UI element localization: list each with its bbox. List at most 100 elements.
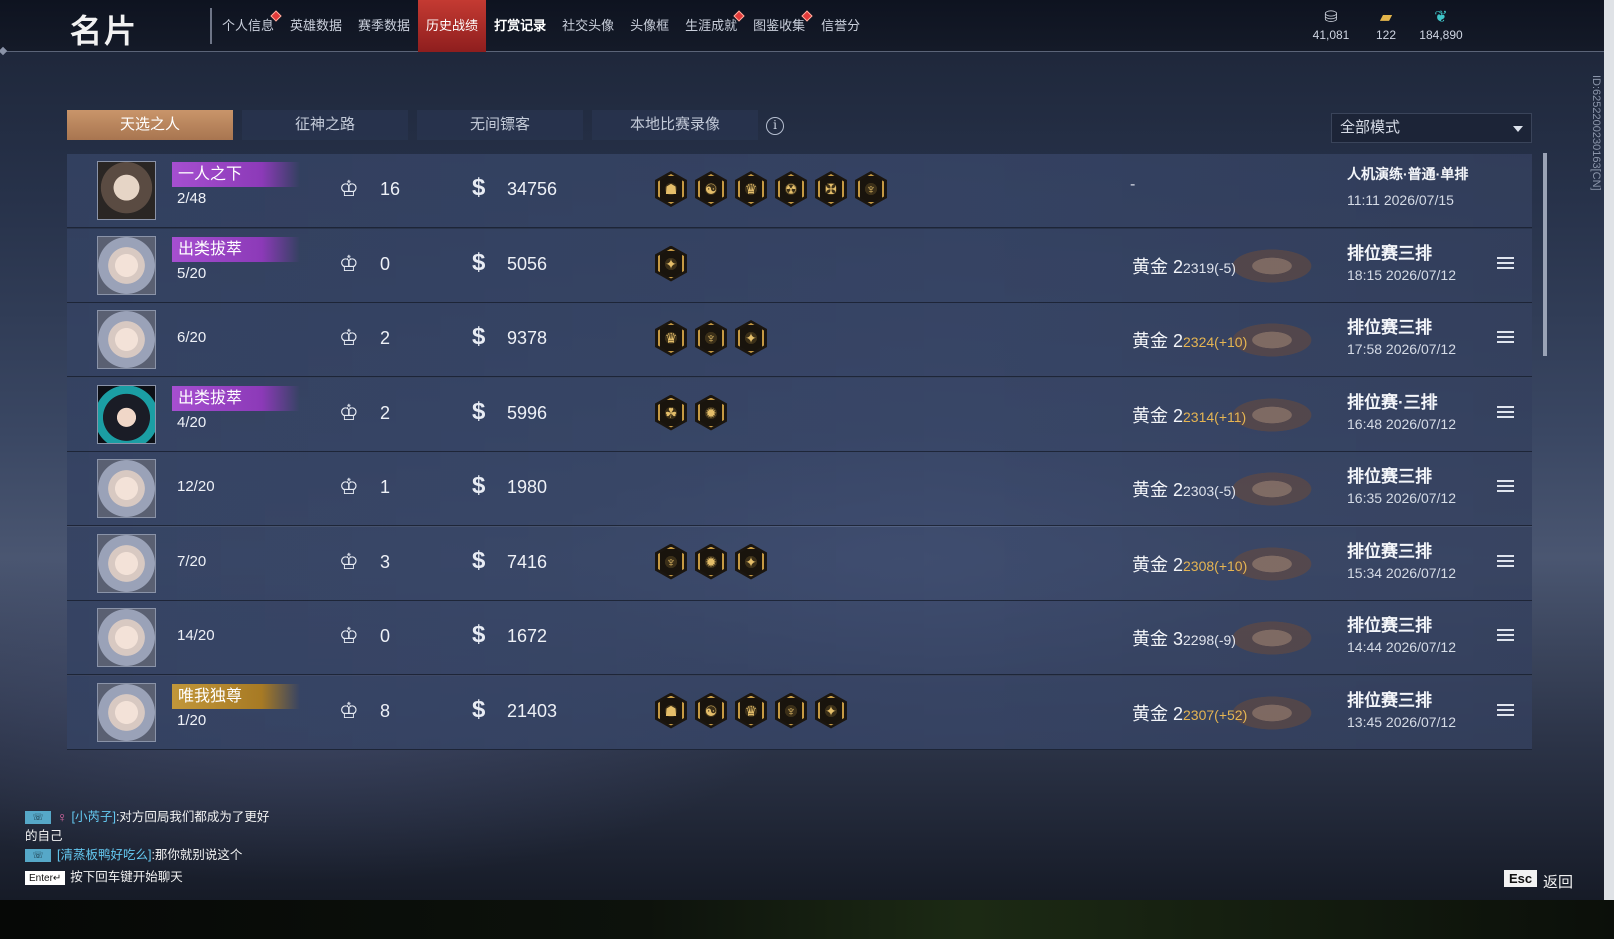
- nav-tab[interactable]: 生涯成就: [677, 0, 745, 52]
- nav-tab-label: 生涯成就: [685, 18, 738, 33]
- achievement-badge-icon[interactable]: ♆: [855, 171, 887, 207]
- nav-tab[interactable]: 信誉分: [813, 0, 868, 52]
- nav-tab[interactable]: 英雄数据: [282, 0, 350, 52]
- match-row[interactable]: 一人之下 2/48 ♔ 16 $34756 ☗ ☯ ♛ ☢ ✠ ♆ - 人机演练·普通·单排 11:11 …: [67, 154, 1532, 228]
- achievement-badge-icon[interactable]: ✹: [695, 543, 727, 580]
- match-row[interactable]: 14/20 ♔ 0 $1672 黄金 32298(-9) 排位赛三排 14:44 2026/…: [67, 601, 1532, 675]
- nav-tab[interactable]: 个人信息: [214, 0, 282, 52]
- achievement-badge-icon[interactable]: ✠: [815, 171, 847, 207]
- match-row[interactable]: 6/20 ♔ 2 $9378 ♛ ♆ ✦ 黄金 22324(+10) 排位赛三排 17:58 20…: [67, 303, 1532, 377]
- nav-tab[interactable]: 打赏记录: [486, 0, 554, 52]
- placement: 14/20: [177, 627, 215, 644]
- achievement-badge-icon[interactable]: ☗: [655, 692, 687, 729]
- achievement-badge-icon[interactable]: ☘: [655, 394, 687, 431]
- list-detail-icon[interactable]: [1497, 331, 1514, 345]
- list-detail-icon[interactable]: [1497, 405, 1514, 420]
- tier-name: 黄金 2: [1132, 256, 1184, 277]
- avatar: [97, 384, 156, 444]
- achievement-badge-icon[interactable]: ♆: [655, 543, 687, 580]
- tab-wujian[interactable]: 无间镖客: [417, 110, 583, 140]
- tier-name: 黄金 2: [1132, 331, 1184, 351]
- score-icon: $: [472, 174, 486, 201]
- tab-zhengshen[interactable]: 征神之路: [242, 110, 408, 140]
- nav-tab-label: 信誉分: [821, 18, 861, 33]
- match-list[interactable]: 一人之下 2/48 ♔ 16 $34756 ☗ ☯ ♛ ☢ ✠ ♆ - 人机演练·普通·单排 11:11 …: [67, 154, 1532, 764]
- badge-glyph: ♆: [705, 330, 717, 346]
- chat-text: 的自己: [25, 829, 63, 843]
- achievement-badge-icon[interactable]: ✦: [655, 245, 687, 282]
- badge-glyph: ♛: [744, 702, 758, 719]
- title-badge: 唯我独尊: [172, 683, 300, 709]
- scrollbar[interactable]: [1543, 153, 1547, 356]
- list-detail-icon[interactable]: [1497, 629, 1514, 643]
- top-bar: 名片 个人信息 英雄数据 赛季数据 历史战绩 打赏记录 社交头像 头像框 生涯成就 图鉴收集 信誉…: [0, 0, 1604, 52]
- score-value: 34756: [507, 179, 558, 199]
- badge-glyph: ✦: [665, 255, 677, 272]
- achievement-badge-icon[interactable]: ✹: [695, 394, 727, 431]
- tier-points: 2314(+11): [1183, 408, 1247, 425]
- tab-tianxuan[interactable]: 天选之人: [67, 110, 233, 140]
- badge-glyph: ☘: [664, 404, 678, 421]
- score-icon: $: [472, 397, 486, 425]
- rank-tier: 黄金 22303(-5): [1132, 476, 1236, 502]
- nav-tab[interactable]: 历史战绩: [418, 0, 487, 52]
- achievement-badge-icon[interactable]: ☗: [655, 171, 687, 207]
- badge-glyph: ♆: [665, 553, 677, 570]
- list-detail-icon[interactable]: [1497, 480, 1514, 494]
- info-icon[interactable]: i: [766, 117, 784, 135]
- achievement-badge-icon[interactable]: ♛: [655, 320, 687, 356]
- score-icon: $: [472, 248, 486, 276]
- achievement-badge-icon[interactable]: ☢: [775, 171, 807, 207]
- title-badge: 出类拔萃: [172, 385, 300, 411]
- tier-points: 2319(-5): [1183, 259, 1236, 276]
- tier-points: 2298(-9): [1183, 632, 1236, 648]
- match-row[interactable]: 7/20 ♔ 3 $7416 ♆ ✹ ✦ 黄金 22308(+10) 排位赛三排 15:34 20…: [67, 526, 1532, 601]
- list-detail-icon[interactable]: [1497, 256, 1514, 271]
- tab-local-replay[interactable]: 本地比赛录像: [592, 110, 758, 140]
- nav-tab[interactable]: 头像框: [622, 0, 677, 52]
- bottom-strip: [0, 900, 1614, 939]
- kills-value: 16: [380, 179, 401, 199]
- kills-value: 8: [380, 700, 391, 721]
- chat-hint-text: 按下回车键开始聊天: [70, 870, 183, 884]
- nav-tab[interactable]: 赛季数据: [350, 0, 418, 52]
- nav-tab[interactable]: 社交头像: [554, 0, 622, 52]
- score-value: 7416: [507, 551, 548, 572]
- placement: 1/20: [177, 711, 207, 729]
- achievement-badge-icon[interactable]: ☯: [695, 692, 727, 729]
- title-badge: 一人之下: [172, 162, 300, 187]
- badge-glyph: ♆: [785, 702, 797, 719]
- mode-tabs: 天选之人 征神之路 无间镖客 本地比赛录像: [67, 110, 767, 140]
- esc-key-icon[interactable]: Esc: [1504, 870, 1538, 887]
- chat-sender[interactable]: [清蒸板鸭好吃么]: [57, 846, 151, 865]
- achievement-badge-icon[interactable]: ♛: [735, 171, 767, 207]
- match-row[interactable]: 出类拔萃 4/20 ♔ 2 $5996 ☘ ✹ 黄金 22314(+11) 排位赛·三排 16:4…: [67, 377, 1532, 452]
- currency-feather[interactable]: ❦ 184,890: [1406, 8, 1476, 42]
- achievement-badge-icon[interactable]: ✦: [735, 543, 767, 580]
- achievement-badge-icon[interactable]: ♛: [735, 692, 767, 729]
- rank-tier: 黄金 22324(+10): [1132, 327, 1247, 353]
- match-row[interactable]: 唯我独尊 1/20 ♔ 8 $21403 ☗ ☯ ♛ ♆ ✦ 黄金 22307(+52) 排位赛三排 1…: [67, 675, 1532, 750]
- score-icon: $: [472, 546, 486, 574]
- achievement-badge-icon[interactable]: ♆: [775, 692, 807, 729]
- achievement-badge-icon[interactable]: ✦: [815, 692, 847, 729]
- badge-glyph: ✦: [745, 553, 757, 570]
- match-type: 排位赛三排: [1347, 318, 1432, 337]
- match-row[interactable]: 12/20 ♔ 1 $1980 黄金 22303(-5) 排位赛三排 16:35 2026/…: [67, 452, 1532, 526]
- list-detail-icon[interactable]: [1497, 703, 1514, 718]
- mode-select[interactable]: 全部模式: [1331, 113, 1532, 143]
- nav-tabs: 个人信息 英雄数据 赛季数据 历史战绩 打赏记录 社交头像 头像框 生涯成就 图鉴收集 信誉分: [214, 0, 868, 52]
- achievement-badge-icon[interactable]: ♆: [695, 320, 727, 356]
- score-icon: $: [472, 323, 486, 350]
- female-icon: ♀: [57, 809, 68, 825]
- achievement-badge-icon[interactable]: ✦: [735, 320, 767, 356]
- chat-input-hint[interactable]: Enter↵ 按下回车键开始聊天: [25, 868, 269, 887]
- chat-sender[interactable]: [小芮子]: [72, 808, 116, 827]
- tier-name: 黄金 2: [1132, 405, 1184, 426]
- match-row[interactable]: 出类拔萃 5/20 ♔ 0 $5056 ✦ 黄金 22319(-5) 排位赛三排 18:15 2…: [67, 228, 1532, 303]
- achievement-badge-icon[interactable]: ☯: [695, 171, 727, 207]
- back-button[interactable]: 返回: [1543, 871, 1573, 892]
- nav-tab[interactable]: 图鉴收集: [745, 0, 813, 52]
- list-detail-icon[interactable]: [1497, 554, 1514, 569]
- kills-value: 3: [380, 551, 391, 572]
